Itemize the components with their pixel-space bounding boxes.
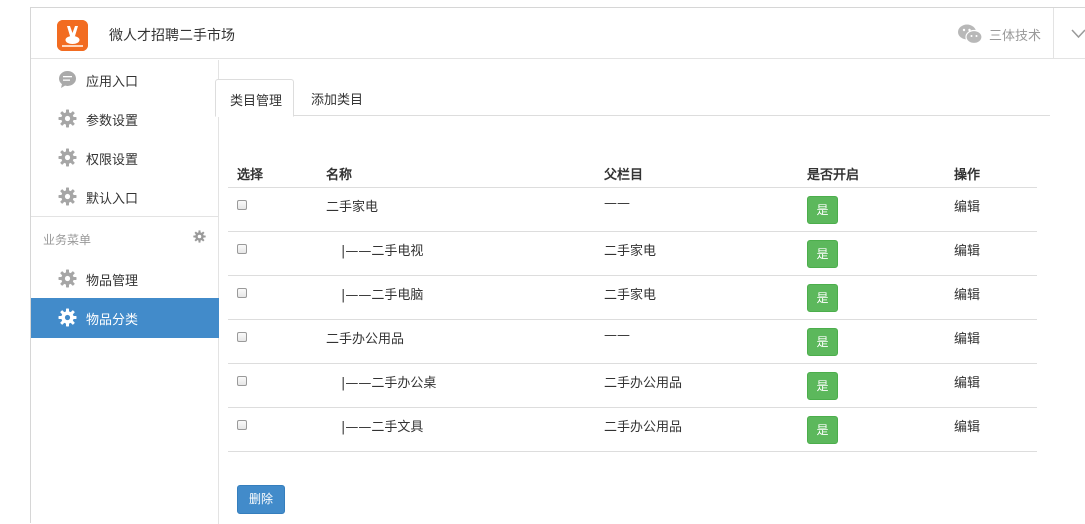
table-header: 选择 名称 父栏目 是否开启 操作	[228, 160, 1037, 188]
enabled-badge[interactable]: 是	[807, 328, 838, 356]
company-name: 三体技术	[989, 28, 1042, 44]
sidebar-item-label: 应用入口	[86, 75, 139, 90]
edit-link[interactable]: 编辑	[954, 372, 980, 391]
sidebar: 应用入口 参数设置 权限设置 默认入口 业务菜单 物品管理 物品分类	[31, 60, 219, 524]
app-title: 微人才招聘二手市场	[109, 28, 235, 44]
tab-bar: 类目管理 添加类目	[215, 79, 1050, 117]
parent-category: ——	[604, 196, 630, 211]
parent-category: 二手办公用品	[604, 420, 683, 435]
top-bar: 微人才招聘二手市场 三体技术	[31, 8, 1085, 59]
chat-bubble-icon	[59, 71, 76, 88]
sidebar-item-label: 权限设置	[86, 153, 139, 168]
row-checkbox[interactable]	[237, 376, 247, 386]
table-row: |——二手电脑 二手家电 是 编辑	[228, 276, 1037, 320]
app-logo[interactable]	[57, 20, 88, 51]
sidebar-section-title: 业务菜单	[43, 233, 92, 247]
gear-icon	[58, 308, 77, 327]
sidebar-item-label: 物品分类	[86, 313, 139, 328]
enabled-badge[interactable]: 是	[807, 240, 838, 268]
sidebar-divider	[31, 216, 219, 217]
enabled-badge[interactable]: 是	[807, 196, 838, 224]
category-name: 二手办公用品	[326, 332, 405, 347]
parent-category: 二手家电	[604, 288, 657, 303]
row-checkbox[interactable]	[237, 332, 247, 342]
gear-icon[interactable]	[193, 230, 206, 243]
header-select: 选择	[237, 168, 264, 183]
category-name: |——二手文具	[341, 420, 424, 435]
sidebar-item-permissions[interactable]: 权限设置	[31, 138, 219, 177]
table-row: 二手办公用品 —— 是 编辑	[228, 320, 1037, 364]
header-enabled: 是否开启	[807, 168, 860, 183]
edit-link[interactable]: 编辑	[954, 328, 980, 347]
category-name: |——二手电脑	[341, 288, 424, 303]
category-table: 选择 名称 父栏目 是否开启 操作 二手家电 —— 是 编辑 |——二手电视 二…	[228, 160, 1037, 452]
category-name: |——二手办公桌	[341, 376, 437, 391]
table-row: 二手家电 —— 是 编辑	[228, 188, 1037, 232]
enabled-badge[interactable]: 是	[807, 416, 838, 444]
gear-icon	[58, 269, 77, 288]
edit-link[interactable]: 编辑	[954, 196, 980, 215]
category-name: |——二手电视	[341, 244, 424, 259]
row-checkbox[interactable]	[237, 200, 247, 210]
edit-link[interactable]: 编辑	[954, 416, 980, 435]
gear-icon	[58, 109, 77, 128]
chevron-down-icon[interactable]	[1071, 26, 1085, 41]
header-actions: 操作	[954, 168, 981, 183]
row-checkbox[interactable]	[237, 244, 247, 254]
header-parent: 父栏目	[604, 168, 644, 183]
row-checkbox[interactable]	[237, 288, 247, 298]
parent-category: 二手办公用品	[604, 376, 683, 391]
enabled-badge[interactable]: 是	[807, 284, 838, 312]
header-name: 名称	[326, 168, 353, 183]
sidebar-item-default-entry[interactable]: 默认入口	[31, 177, 219, 216]
enabled-badge[interactable]: 是	[807, 372, 838, 400]
gear-icon	[58, 187, 77, 206]
edit-link[interactable]: 编辑	[954, 240, 980, 259]
tab-add-category[interactable]: 添加类目	[297, 79, 377, 116]
sidebar-item-label: 默认入口	[86, 192, 139, 207]
sidebar-item-goods-category[interactable]: 物品分类	[31, 298, 219, 338]
gear-icon	[58, 148, 77, 167]
sidebar-item-app-entry[interactable]: 应用入口	[31, 60, 219, 99]
delete-button[interactable]: 删除	[237, 485, 285, 514]
row-checkbox[interactable]	[237, 420, 247, 430]
table-row: |——二手办公桌 二手办公用品 是 编辑	[228, 364, 1037, 408]
sidebar-item-goods-management[interactable]: 物品管理	[31, 259, 219, 298]
edit-link[interactable]: 编辑	[954, 284, 980, 303]
parent-category: ——	[604, 328, 630, 343]
sidebar-item-params[interactable]: 参数设置	[31, 99, 219, 138]
sidebar-item-label: 物品管理	[86, 274, 139, 289]
parent-category: 二手家电	[604, 244, 657, 259]
sidebar-item-label: 参数设置	[86, 114, 139, 129]
table-row: |——二手电视 二手家电 是 编辑	[228, 232, 1037, 276]
top-divider	[1053, 8, 1054, 59]
wechat-icon	[958, 24, 983, 45]
tab-category-management[interactable]: 类目管理	[215, 79, 294, 117]
category-name: 二手家电	[326, 200, 379, 215]
table-row: |——二手文具 二手办公用品 是 编辑	[228, 408, 1037, 452]
company-menu[interactable]: 三体技术	[957, 22, 1041, 46]
